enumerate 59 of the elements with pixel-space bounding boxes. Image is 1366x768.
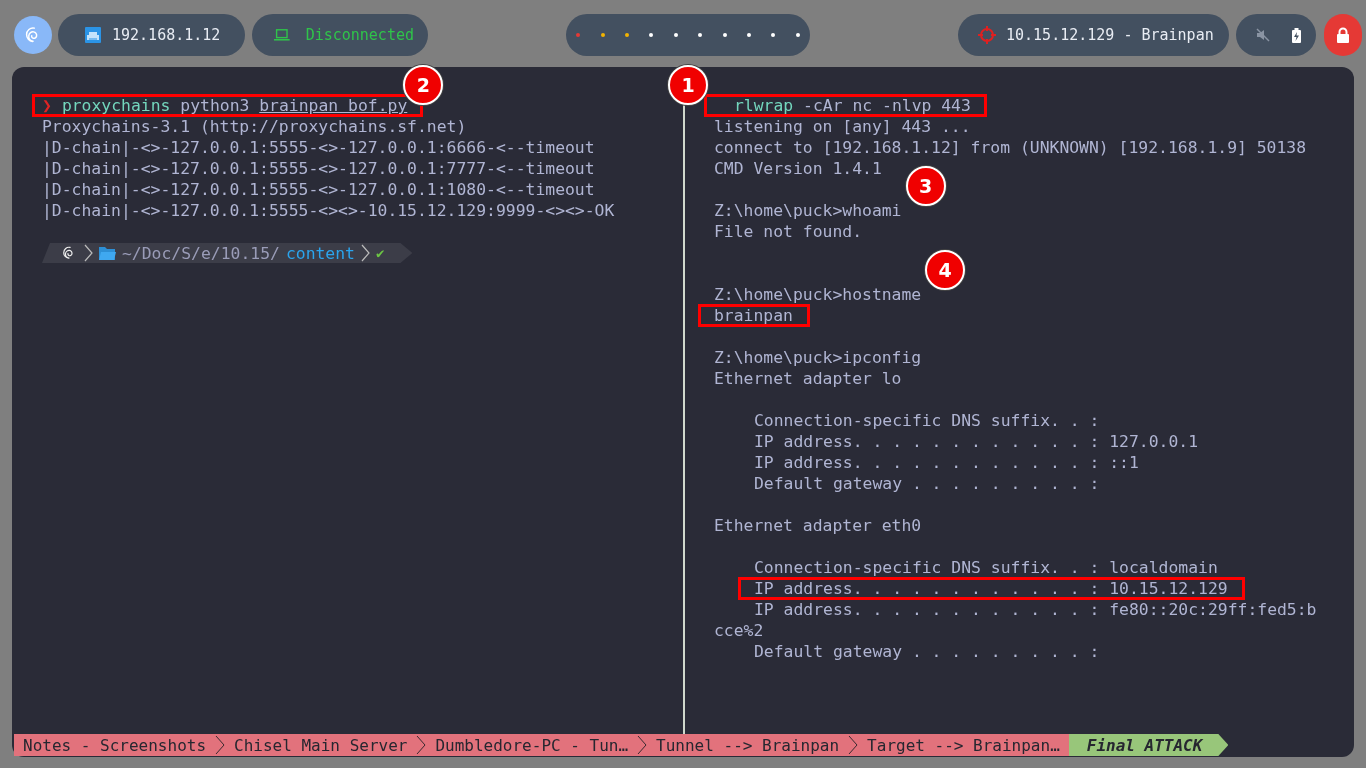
crosshair-icon xyxy=(978,26,996,44)
prompt-symbol: ❯ xyxy=(42,96,52,115)
chevron-icon xyxy=(416,734,427,756)
terminal-tab[interactable]: Chisel Main Server xyxy=(225,734,417,756)
terminal-line: listening on [any] 443 ... xyxy=(714,117,971,136)
ethernet-icon xyxy=(84,26,102,44)
status-check: ✔ xyxy=(375,243,385,263)
terminal-tab[interactable]: Target --> Brainpan… xyxy=(858,734,1069,756)
terminal-line: IP address. . . . . . . . . . . . : 127.0.0.1 xyxy=(754,432,1199,451)
number-badge: 4 xyxy=(925,250,966,290)
terminal-line: |D-chain|-<>-127.0.0.1:5555-<>-127.0.0.1:7777-<--timeout xyxy=(42,159,595,178)
terminal-tab[interactable]: Tunnel --> Brainpan xyxy=(647,734,849,756)
chevron-icon xyxy=(360,243,370,263)
command-name: proxychains xyxy=(61,96,171,115)
terminal-line: Default gateway . . . . . . . . . : xyxy=(754,642,1100,661)
terminal-line: Z:\home\puck>ipconfig xyxy=(714,348,922,367)
terminal-line: CMD Version 1.4.1 xyxy=(714,159,882,178)
chevron-icon xyxy=(215,734,226,756)
terminal-line: IP address. . . . . . . . . . . . : 10.15.12.129 xyxy=(754,579,1228,598)
battery-icon[interactable] xyxy=(1292,27,1301,43)
laptop-icon xyxy=(274,28,290,42)
menu-button[interactable] xyxy=(14,16,52,54)
terminal-line: |D-chain|-<>-127.0.0.1:5555-<><>-10.15.12.129:9999-<><>-OK xyxy=(42,201,615,220)
terminal-line: IP address. . . . . . . . . . . . : ::1 xyxy=(754,453,1139,472)
command-name: rlwrap xyxy=(734,96,794,115)
command-text: python3 xyxy=(179,96,251,115)
terminal-line: Z:\home\puck>whoami xyxy=(714,201,902,220)
mute-icon[interactable] xyxy=(1256,28,1270,42)
terminal-tab[interactable]: Dumbledore-PC - Tun… xyxy=(426,734,638,756)
terminal-line: |D-chain|-<>-127.0.0.1:5555-<>-127.0.0.1:1080-<--timeout xyxy=(42,180,595,199)
lock-icon xyxy=(1335,27,1351,43)
lock-button[interactable] xyxy=(1324,14,1362,56)
terminal-line: Connection-specific DNS suffix. . : xyxy=(754,411,1100,430)
terminal-line: Connection-specific DNS suffix. . : localdomain xyxy=(754,558,1218,577)
terminal-tab[interactable]: Final ATTACK xyxy=(1068,734,1229,756)
terminal-line: |D-chain|-<>-127.0.0.1:5555-<>-127.0.0.1:6666-<--timeout xyxy=(42,138,595,157)
command-text: -cAr nc -nlvp 443 xyxy=(802,96,971,115)
directory-name: content xyxy=(285,242,355,264)
ip-text: 192.168.1.12 xyxy=(112,26,221,44)
terminal-line: Proxychains-3.1 (http://proxychains.sf.net) xyxy=(42,117,467,136)
folder-icon xyxy=(99,246,116,260)
chevron-icon xyxy=(84,243,93,263)
terminal-line: IP address. . . . . . . . . . . . : fe80::20c:29ff:fed5:b xyxy=(754,600,1317,619)
number-badge: 3 xyxy=(905,166,946,206)
terminal-line: connect to [192.168.1.12] from (UNKNOWN) [192.168.1.9] 50138 xyxy=(714,138,1307,157)
chevron-icon xyxy=(848,734,859,756)
chevron-icon xyxy=(637,734,648,756)
terminal-tab[interactable]: Notes - Screenshots xyxy=(14,734,216,756)
target-text: 10.15.12.129 - Brainpan xyxy=(1006,26,1214,44)
terminal-line: brainpan xyxy=(714,306,793,325)
terminal-line: cce%2 xyxy=(714,621,764,640)
terminal-line: File not found. xyxy=(714,222,863,241)
terminal-line: Ethernet adapter eth0 xyxy=(714,516,922,535)
path-text: ~/Doc/S/e/10.15/ xyxy=(122,242,280,264)
number-badge: 1 xyxy=(668,65,708,105)
terminal-line: Z:\home\puck>hostname xyxy=(714,285,922,304)
vpn-status: Disconnected xyxy=(305,26,414,44)
terminal-line: Ethernet adapter lo xyxy=(714,369,902,388)
terminal-line: Default gateway . . . . . . . . . : xyxy=(754,474,1100,493)
